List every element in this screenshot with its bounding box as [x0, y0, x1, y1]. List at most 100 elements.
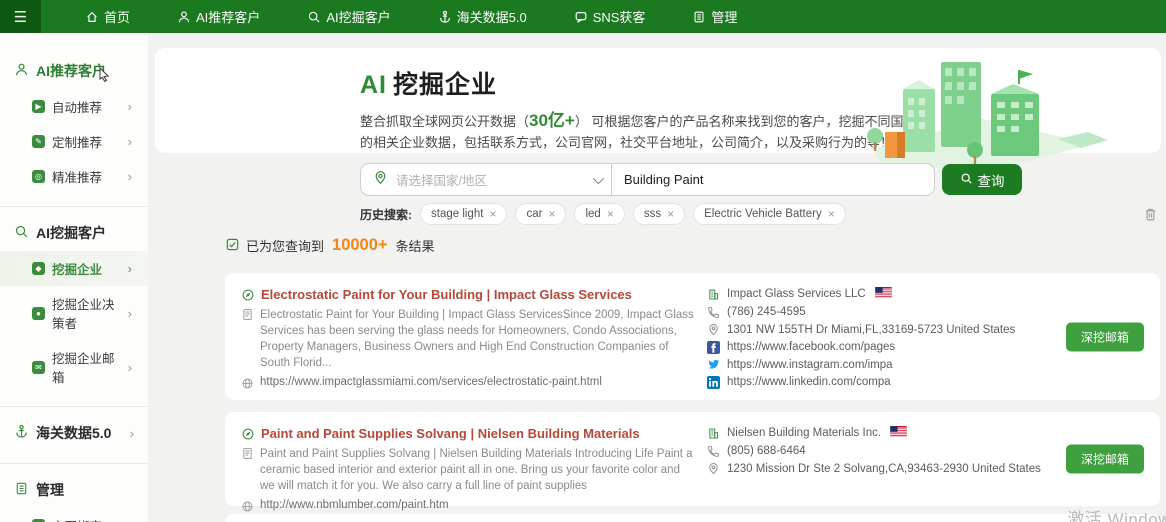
- sidebar-item-ai-recommend[interactable]: AI推荐客户: [0, 55, 148, 89]
- sidebar-item-customs-data[interactable]: 海关数据5.0 ›: [0, 417, 148, 451]
- tag-close-icon[interactable]: ×: [548, 207, 555, 221]
- person-badge-icon: ●: [32, 307, 45, 320]
- keyword-input[interactable]: [612, 164, 934, 195]
- sidebar-item-mine-email[interactable]: ✉ 挖掘企业邮箱 ›: [0, 340, 148, 394]
- sidebar-item-label: 精准推荐: [52, 167, 102, 186]
- result-count-prefix: 已为您查询到: [246, 236, 324, 255]
- twitter-link[interactable]: https://www.instagram.com/impa: [727, 359, 893, 371]
- deep-mail-button[interactable]: 深挖邮箱: [1066, 445, 1144, 474]
- nav-item-manage[interactable]: 管理: [692, 7, 737, 26]
- result-url-link[interactable]: https://www.impactglassmiami.com/service…: [260, 376, 602, 388]
- linkedin-link[interactable]: https://www.linkedin.com/compa: [727, 376, 891, 388]
- app-window: ☰ 首页 AI推荐客户 AI挖掘客户 海关数据5.0 SNS获客: [0, 0, 1166, 522]
- history-tag[interactable]: sss×: [633, 203, 685, 225]
- us-flag-icon: [890, 426, 907, 440]
- facebook-row[interactable]: https://www.facebook.com/pages: [707, 341, 1067, 354]
- result-list-icon: [225, 237, 240, 255]
- tag-close-icon[interactable]: ×: [667, 207, 674, 221]
- person-icon: [177, 10, 191, 24]
- twitter-row[interactable]: https://www.instagram.com/impa: [707, 358, 1067, 371]
- search-bar: 请选择国家/地区 查询: [360, 163, 1022, 196]
- tag-close-icon[interactable]: ×: [828, 207, 835, 221]
- facebook-link[interactable]: https://www.facebook.com/pages: [727, 341, 895, 353]
- sidebar-item-manage[interactable]: 管理: [0, 474, 148, 508]
- query-button[interactable]: 查询: [942, 164, 1022, 195]
- us-flag-icon: [875, 287, 892, 301]
- result-description-row: Paint and Paint Supplies Solvang | Niels…: [241, 446, 696, 494]
- result-title-link[interactable]: Paint and Paint Supplies Solvang | Niels…: [261, 426, 640, 441]
- sidebar-item-label: 定制推荐: [52, 132, 102, 151]
- person-icon: [14, 62, 29, 80]
- page-title-accent: AI: [360, 71, 387, 99]
- result-title-link[interactable]: Electrostatic Paint for Your Building | …: [261, 287, 632, 302]
- sidebar-item-custom-recommend[interactable]: ✎ 定制推荐 ›: [0, 124, 148, 159]
- country-select-placeholder: 请选择国家/地区: [396, 170, 585, 189]
- sidebar-item-ai-mine[interactable]: AI挖掘客户: [0, 217, 148, 251]
- mail-icon: ✉: [32, 361, 45, 374]
- result-title-row[interactable]: Paint and Paint Supplies Solvang | Niels…: [241, 426, 696, 441]
- country-select[interactable]: 请选择国家/地区: [361, 164, 611, 195]
- deep-mail-button[interactable]: 深挖邮箱: [1066, 322, 1144, 351]
- history-tag[interactable]: stage light×: [420, 203, 507, 225]
- mouse-cursor-icon: [98, 67, 111, 85]
- tag-close-icon[interactable]: ×: [607, 207, 614, 221]
- company-row: Impact Glass Services LLC: [707, 287, 1067, 301]
- nav-item-customs-data[interactable]: 海关数据5.0: [438, 7, 527, 26]
- nav-item-ai-mine[interactable]: AI挖掘客户: [307, 7, 390, 26]
- company-name: Nielsen Building Materials Inc.: [727, 427, 881, 439]
- globe-icon: [241, 377, 254, 390]
- sidebar-item-auto-recommend[interactable]: ▶ 自动推荐 ›: [0, 89, 148, 124]
- sidebar-item-label: 主页绑定: [52, 516, 102, 522]
- chevron-right-icon: ›: [128, 306, 132, 321]
- sidebar-item-mine-company[interactable]: ◆ 挖掘企业 ›: [0, 251, 148, 286]
- nav-item-label: 首页: [104, 7, 130, 26]
- address-text: 1230 Mission Dr Ste 2 Solvang,CA,93463-2…: [727, 463, 1041, 475]
- linkedin-row[interactable]: https://www.linkedin.com/compa: [707, 376, 1067, 389]
- nav-item-ai-recommend[interactable]: AI推荐客户: [177, 7, 260, 26]
- chevron-down-icon: [593, 172, 604, 183]
- trash-icon[interactable]: [1143, 207, 1158, 222]
- description-highlight: 30亿+: [529, 111, 575, 130]
- top-nav: ☰ 首页 AI推荐客户 AI挖掘客户 海关数据5.0 SNS获客: [0, 0, 1166, 33]
- chat-icon: [574, 10, 588, 24]
- sidebar-item-label: 自动推荐: [52, 97, 102, 116]
- result-url-row[interactable]: https://www.impactglassmiami.com/service…: [241, 376, 696, 390]
- phone-number: (786) 245-4595: [727, 306, 806, 318]
- notebook-icon: [14, 481, 29, 499]
- nav-item-label: SNS获客: [593, 7, 646, 26]
- anchor-icon: [438, 10, 452, 24]
- chevron-right-icon: ›: [128, 261, 132, 276]
- result-title-row[interactable]: Electrostatic Paint for Your Building | …: [241, 287, 696, 302]
- nav-item-sns[interactable]: SNS获客: [574, 7, 646, 26]
- sidebar-section-ai-mine: AI挖掘客户 ◆ 挖掘企业 › ● 挖掘企业决策者 › ✉ 挖掘企业邮箱 ›: [0, 206, 148, 400]
- nav-item-home[interactable]: 首页: [85, 7, 130, 26]
- history-tag[interactable]: car×: [515, 203, 566, 225]
- result-count-suffix: 条结果: [396, 236, 435, 255]
- nav-item-label: 管理: [711, 7, 737, 26]
- result-count-value: 10000+: [332, 236, 388, 255]
- search-icon: [960, 172, 973, 188]
- activate-windows-watermark: 激活 Windows: [1067, 505, 1166, 522]
- result-card: Paint and Paint Supplies Solvang | Niels…: [225, 412, 1160, 506]
- chevron-right-icon: ›: [130, 426, 134, 441]
- sidebar-item-precise-recommend[interactable]: ◎ 精准推荐 ›: [0, 159, 148, 194]
- pencil-icon: ✎: [32, 135, 45, 148]
- hero-banner: AI挖掘企业 整合抓取全球网页公开数据（30亿+） 可根据您客户的产品名称来找到…: [155, 48, 1161, 153]
- history-tag[interactable]: Electric Vehicle Battery×: [693, 203, 846, 225]
- result-count: 已为您查询到 10000+ 条结果: [225, 236, 435, 255]
- history-tag[interactable]: led×: [574, 203, 624, 225]
- chevron-right-icon: ›: [128, 99, 132, 114]
- sidebar-item-homepage-binding[interactable]: ⌂ 主页绑定 ›: [0, 508, 148, 522]
- hamburger-menu-icon[interactable]: ☰: [0, 0, 41, 33]
- sidebar-item-mine-decision-maker[interactable]: ● 挖掘企业决策者 ›: [0, 286, 148, 340]
- company-row: Nielsen Building Materials Inc.: [707, 426, 1067, 440]
- result-url-row[interactable]: http://www.nbmlumber.com/paint.htm: [241, 499, 696, 513]
- buildings-illustration-icon: [863, 44, 1113, 175]
- tag-close-icon[interactable]: ×: [489, 207, 496, 221]
- compass-icon: [241, 288, 255, 302]
- phone-number: (805) 688-6464: [727, 445, 806, 457]
- location-pin-icon: [707, 462, 720, 475]
- result-description-row: Electrostatic Paint for Your Building | …: [241, 307, 696, 371]
- result-url-link[interactable]: http://www.nbmlumber.com/paint.htm: [260, 499, 449, 511]
- result-card: Electrostatic Paint for Your Building | …: [225, 273, 1160, 400]
